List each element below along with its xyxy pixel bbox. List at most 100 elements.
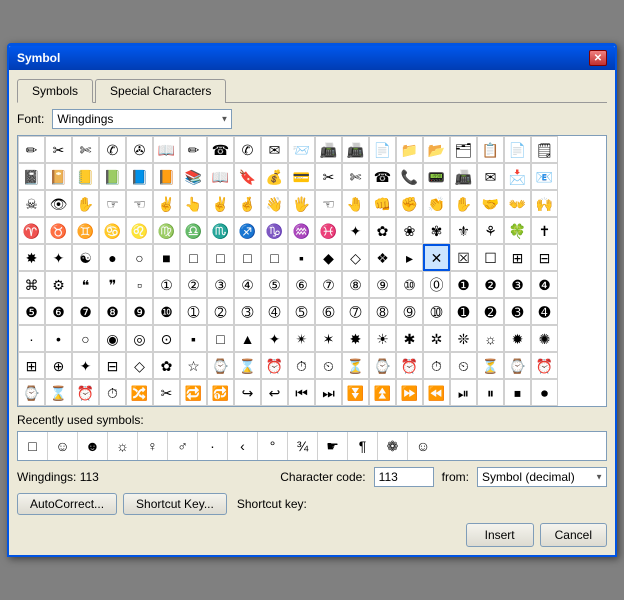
- symbol-cell[interactable]: ♈: [18, 217, 45, 244]
- recently-used-cell[interactable]: ☻: [78, 432, 108, 460]
- symbol-cell[interactable]: ⏲: [450, 352, 477, 379]
- symbol-cell[interactable]: ✂: [153, 379, 180, 406]
- recently-used-cell[interactable]: ❁: [378, 432, 408, 460]
- symbol-cell[interactable]: ①: [153, 271, 180, 298]
- recently-used-cell[interactable]: □: [18, 432, 48, 460]
- symbol-cell[interactable]: ♉: [45, 217, 72, 244]
- symbol-cell[interactable]: ⏰: [72, 379, 99, 406]
- symbol-cell[interactable]: ⓪: [423, 271, 450, 298]
- symbol-cell[interactable]: ✄: [72, 136, 99, 163]
- symbol-cell[interactable]: ⌚: [207, 352, 234, 379]
- symbol-cell[interactable]: ❝: [72, 271, 99, 298]
- symbol-cell[interactable]: 📩: [504, 163, 531, 190]
- symbol-cell[interactable]: ⚜: [450, 217, 477, 244]
- symbol-cell[interactable]: 👊: [369, 190, 396, 217]
- symbol-cell[interactable]: ➄: [288, 298, 315, 325]
- autocorrect-button[interactable]: AutoCorrect...: [17, 493, 117, 515]
- symbol-cell[interactable]: ⏹: [504, 379, 531, 406]
- symbol-cell[interactable]: ⊟: [99, 352, 126, 379]
- symbol-cell[interactable]: ☜: [315, 190, 342, 217]
- symbol-cell[interactable]: 📘: [126, 163, 153, 190]
- symbol-cell[interactable]: 📟: [423, 163, 450, 190]
- symbol-cell[interactable]: ☜: [126, 190, 153, 217]
- symbol-cell[interactable]: ✦: [45, 244, 72, 271]
- symbol-cell[interactable]: ☎: [207, 136, 234, 163]
- symbol-cell[interactable]: ⏸: [477, 379, 504, 406]
- symbol-cell[interactable]: ❊: [450, 325, 477, 352]
- symbol-cell[interactable]: 💳: [288, 163, 315, 190]
- font-select[interactable]: Wingdings Symbol Webdings Arial Times Ne…: [52, 109, 232, 129]
- symbol-cell[interactable]: □: [207, 325, 234, 352]
- symbol-cell[interactable]: ⑩: [396, 271, 423, 298]
- symbol-cell[interactable]: ⑤: [261, 271, 288, 298]
- symbol-cell[interactable]: □: [234, 244, 261, 271]
- shortcut-key-button[interactable]: Shortcut Key...: [123, 493, 227, 515]
- symbol-cell[interactable]: ♍: [153, 217, 180, 244]
- recently-used-cell[interactable]: ♂: [168, 432, 198, 460]
- symbol-cell[interactable]: ⏳: [477, 352, 504, 379]
- symbol-cell[interactable]: ✆: [99, 136, 126, 163]
- symbol-cell[interactable]: ⏰: [396, 352, 423, 379]
- symbol-cell[interactable]: ⏳: [342, 352, 369, 379]
- symbol-cell[interactable]: 📞: [396, 163, 423, 190]
- symbol-cell[interactable]: 🖐: [288, 190, 315, 217]
- symbol-cell[interactable]: ✕: [423, 244, 450, 271]
- symbol-cell[interactable]: ✾: [423, 217, 450, 244]
- symbol-cell[interactable]: ✺: [531, 325, 558, 352]
- recently-used-cell[interactable]: ♀: [138, 432, 168, 460]
- symbol-cell[interactable]: ✏: [18, 136, 45, 163]
- symbol-cell[interactable]: ✶: [315, 325, 342, 352]
- symbol-cell[interactable]: ◇: [342, 244, 369, 271]
- symbol-cell[interactable]: 🤚: [342, 190, 369, 217]
- recently-used-cell[interactable]: ☼: [108, 432, 138, 460]
- symbol-cell[interactable]: 🙌: [531, 190, 558, 217]
- symbol-cell[interactable]: ⊞: [18, 352, 45, 379]
- symbol-cell[interactable]: ⌚: [18, 379, 45, 406]
- symbol-cell[interactable]: ☠: [18, 190, 45, 217]
- symbol-cell[interactable]: ✊: [396, 190, 423, 217]
- symbol-cell[interactable]: 🗒: [531, 136, 558, 163]
- symbol-cell[interactable]: ○: [126, 244, 153, 271]
- symbol-cell[interactable]: ✦: [72, 352, 99, 379]
- symbol-cell[interactable]: ❼: [72, 298, 99, 325]
- symbol-cell[interactable]: ➇: [369, 298, 396, 325]
- symbol-cell[interactable]: 📂: [423, 136, 450, 163]
- symbol-cell[interactable]: 📠: [342, 136, 369, 163]
- symbol-cell[interactable]: 📨: [288, 136, 315, 163]
- symbol-cell[interactable]: 📗: [99, 163, 126, 190]
- cancel-button[interactable]: Cancel: [540, 523, 607, 547]
- symbol-cell[interactable]: ⏬: [342, 379, 369, 406]
- symbol-cell[interactable]: ▪: [180, 325, 207, 352]
- symbol-cell[interactable]: ↪: [234, 379, 261, 406]
- symbol-cell[interactable]: ✝: [531, 217, 558, 244]
- recently-used-cell[interactable]: ☺: [48, 432, 78, 460]
- symbol-cell[interactable]: 📙: [153, 163, 180, 190]
- symbol-cell[interactable]: ♌: [126, 217, 153, 244]
- symbol-cell[interactable]: ⌚: [369, 352, 396, 379]
- symbol-cell[interactable]: ➁: [207, 298, 234, 325]
- symbol-cell[interactable]: ◉: [99, 325, 126, 352]
- symbol-cell[interactable]: ○: [72, 325, 99, 352]
- symbol-cell[interactable]: ❀: [396, 217, 423, 244]
- symbol-cell[interactable]: ✉: [477, 163, 504, 190]
- symbol-cell[interactable]: 📚: [180, 163, 207, 190]
- symbol-cell[interactable]: ❹: [531, 271, 558, 298]
- symbol-cell[interactable]: ❷: [477, 271, 504, 298]
- symbol-cell[interactable]: 🗂: [450, 136, 477, 163]
- symbol-cell[interactable]: ⏱: [99, 379, 126, 406]
- symbol-cell[interactable]: ⊟: [531, 244, 558, 271]
- symbol-cell[interactable]: ✆: [234, 136, 261, 163]
- symbol-cell[interactable]: ☀: [369, 325, 396, 352]
- symbol-cell[interactable]: ↩: [261, 379, 288, 406]
- symbol-cell[interactable]: ✉: [261, 136, 288, 163]
- symbol-cell[interactable]: ⏫: [369, 379, 396, 406]
- symbol-cell[interactable]: ⌛: [234, 352, 261, 379]
- symbol-cell[interactable]: ⊞: [504, 244, 531, 271]
- symbol-cell[interactable]: ▪: [288, 244, 315, 271]
- symbol-cell[interactable]: ✇: [126, 136, 153, 163]
- symbol-cell[interactable]: ⊕: [45, 352, 72, 379]
- symbol-cell[interactable]: 📔: [45, 163, 72, 190]
- symbol-cell[interactable]: •: [45, 325, 72, 352]
- symbol-cell[interactable]: ⏩: [396, 379, 423, 406]
- symbol-cell[interactable]: 📄: [504, 136, 531, 163]
